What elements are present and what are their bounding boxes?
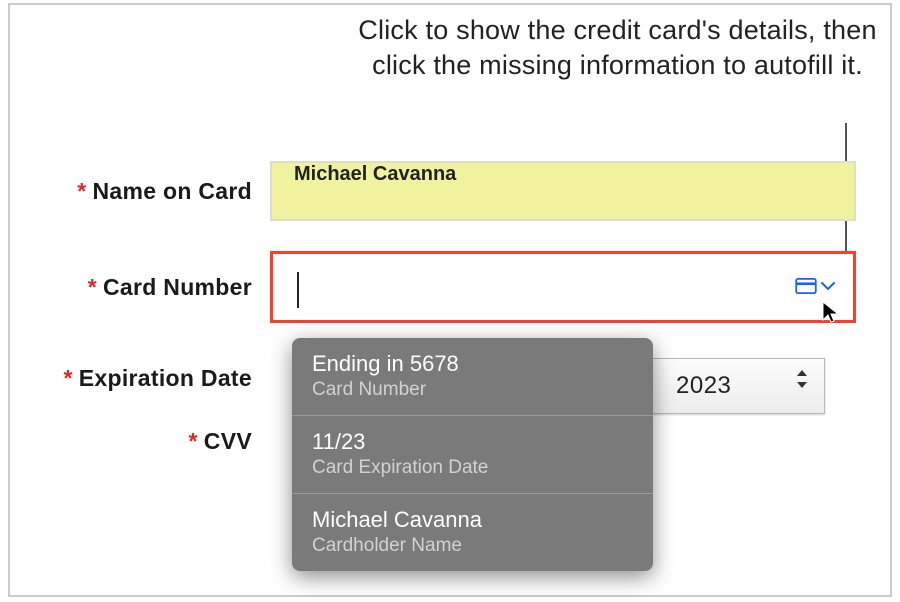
cursor-icon (821, 300, 841, 324)
document-frame: Click to show the credit card's details,… (8, 3, 892, 597)
autofill-option-secondary: Cardholder Name (312, 535, 633, 557)
required-marker: * (64, 365, 73, 391)
label-text: Card Number (103, 274, 252, 300)
autofill-option-card-number[interactable]: Ending in 5678 Card Number (292, 338, 653, 416)
select-stepper-icon (796, 369, 808, 389)
autofill-trigger[interactable] (795, 278, 835, 294)
card-number-input[interactable] (270, 251, 856, 323)
callout-caption: Click to show the credit card's details,… (355, 13, 880, 83)
autofill-option-secondary: Card Number (312, 379, 633, 401)
autofill-option-expiration[interactable]: 11/23 Card Expiration Date (292, 416, 653, 494)
label-cvv: *CVV (27, 428, 270, 455)
label-text: Expiration Date (79, 365, 252, 391)
text-caret (297, 272, 299, 308)
autofill-option-primary: 11/23 (312, 429, 633, 455)
autofill-option-secondary: Card Expiration Date (312, 457, 633, 479)
credit-card-icon (795, 278, 817, 294)
required-marker: * (88, 274, 97, 300)
label-expiration-date: *Expiration Date (27, 365, 270, 392)
autofill-dropdown: Ending in 5678 Card Number 11/23 Card Ex… (292, 338, 653, 571)
label-card-number: *Card Number (27, 274, 270, 301)
expiration-year-value: 2023 (676, 372, 731, 400)
autofill-option-primary: Michael Cavanna (312, 507, 633, 533)
autofill-option-primary: Ending in 5678 (312, 351, 633, 377)
required-marker: * (77, 178, 86, 204)
chevron-down-icon (821, 281, 835, 291)
row-name-on-card: *Name on Card Michael Cavanna (27, 161, 856, 221)
label-name-on-card: *Name on Card (27, 178, 270, 205)
name-on-card-input[interactable]: Michael Cavanna (270, 161, 856, 221)
required-marker: * (189, 428, 198, 454)
label-text: CVV (204, 428, 252, 454)
row-card-number: *Card Number (27, 251, 856, 323)
autofill-option-cardholder[interactable]: Michael Cavanna Cardholder Name (292, 494, 653, 571)
label-text: Name on Card (92, 178, 252, 204)
